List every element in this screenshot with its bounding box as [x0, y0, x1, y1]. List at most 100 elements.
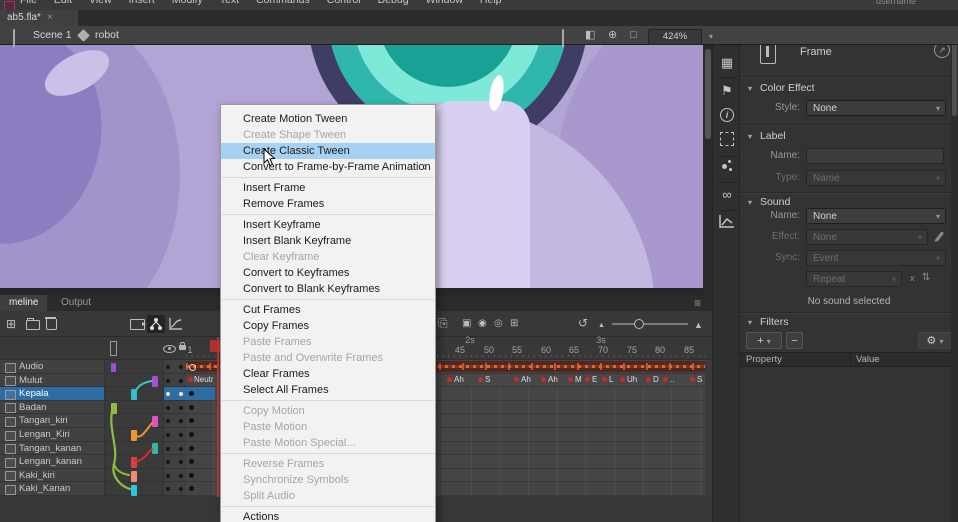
menu-file[interactable]: File — [20, 0, 37, 6]
menu-view[interactable]: View — [89, 0, 112, 6]
menu-item-insert-frame[interactable]: Insert Frame — [221, 180, 435, 196]
keyframe-dot[interactable] — [189, 432, 194, 437]
keyframe-dot[interactable] — [189, 459, 194, 464]
lock-dot[interactable] — [179, 365, 183, 369]
edit-sound-pencil-icon[interactable] — [935, 231, 944, 241]
keyframe-dot[interactable] — [189, 405, 194, 410]
transform-panel-icon[interactable] — [720, 132, 734, 146]
info-panel-icon[interactable]: i — [720, 108, 734, 122]
menu-item-cut-frames[interactable]: Cut Frames — [221, 302, 435, 318]
remove-filter-button[interactable]: − — [786, 332, 803, 349]
keyframe-dot[interactable] — [585, 377, 590, 382]
keyframe-dot[interactable] — [514, 377, 519, 382]
tab-output[interactable]: Output — [52, 295, 100, 311]
keyframe-dot[interactable] — [541, 377, 546, 382]
delete-layer-icon[interactable] — [46, 319, 57, 330]
zoom-level-select[interactable]: 424% ▾ — [648, 29, 702, 45]
section-sound[interactable]: ▾ Sound — [748, 196, 790, 208]
new-layer-icon[interactable]: ⊞ — [6, 316, 16, 332]
label-name-input[interactable] — [806, 148, 944, 164]
export-frame-icon[interactable]: ⎘ — [438, 315, 448, 331]
keyframe-dot[interactable] — [478, 377, 483, 382]
add-filter-button[interactable]: + ▾ — [746, 332, 782, 349]
section-filters[interactable]: ▾ Filters — [748, 316, 789, 328]
lock-dot[interactable] — [179, 392, 183, 396]
lock-dot[interactable] — [179, 433, 183, 437]
menu-item-actions[interactable]: Actions — [221, 509, 435, 522]
scene-clapperboard-icon[interactable] — [13, 29, 15, 48]
menu-item-create-motion-tween[interactable]: Create Motion Tween — [221, 111, 435, 127]
keyframe-dot[interactable] — [620, 377, 625, 382]
filter-options-button[interactable]: ⚙ ▾ — [918, 332, 952, 349]
keyframe-dot[interactable] — [602, 377, 607, 382]
menu-item-create-classic-tween[interactable]: Create Classic Tween — [221, 143, 435, 159]
menu-insert[interactable]: Insert — [129, 0, 155, 6]
menu-item-select-all-frames[interactable]: Select All Frames — [221, 382, 435, 398]
keyframe-dot[interactable] — [189, 446, 194, 451]
keyframe-dot[interactable] — [447, 377, 452, 382]
keyframe-dot[interactable] — [568, 377, 573, 382]
lock-dot[interactable] — [179, 379, 183, 383]
new-folder-icon[interactable] — [26, 320, 40, 330]
eye-visibility-icon[interactable] — [163, 345, 176, 353]
lock-icon[interactable] — [179, 345, 186, 350]
menu-modify[interactable]: Modify — [172, 0, 203, 6]
menu-item-convert-to-blank-keyframes[interactable]: Convert to Blank Keyframes — [221, 281, 435, 297]
center-stage-icon[interactable]: ⊕ — [608, 26, 617, 45]
menu-item-insert-blank-keyframe[interactable]: Insert Blank Keyframe — [221, 233, 435, 249]
fill-color-button[interactable]: ◧ — [585, 26, 595, 45]
menu-help[interactable]: Help — [480, 0, 502, 6]
section-color-effect[interactable]: ▾ Color Effect — [748, 82, 815, 94]
camera-icon[interactable] — [130, 319, 145, 330]
collapse-triangle-icon[interactable]: ▾ — [748, 84, 752, 93]
zoom-out-mountain-icon[interactable]: ▲ — [598, 318, 605, 334]
motion-editor-panel-icon[interactable] — [719, 214, 735, 228]
keyframe-dot[interactable] — [690, 377, 695, 382]
lock-dot[interactable] — [179, 419, 183, 423]
keyframe-dot[interactable] — [189, 418, 194, 423]
align-flag-panel-icon[interactable]: ⚑ — [713, 82, 741, 100]
menu-item-remove-frames[interactable]: Remove Frames — [221, 196, 435, 212]
tab-timeline[interactable]: meline — [0, 295, 47, 311]
sound-name-dropdown[interactable]: None ▾ — [806, 208, 946, 224]
breadcrumb-scene[interactable]: Scene 1 — [33, 26, 72, 45]
playhead-line[interactable] — [217, 337, 219, 497]
menu-item-insert-keyframe[interactable]: Insert Keyframe — [221, 217, 435, 233]
timeline-zoom-slider-track[interactable] — [612, 323, 688, 325]
graph-view-icon[interactable] — [169, 317, 183, 330]
swatches-panel-icon[interactable]: ▦ — [713, 54, 741, 72]
timeline-zoom-slider-knob[interactable] — [634, 319, 644, 329]
menu-item-copy-frames[interactable]: Copy Frames — [221, 318, 435, 334]
loop-icon[interactable]: ↺ — [578, 315, 588, 331]
keyframe-dot[interactable] — [189, 473, 194, 478]
stage-scrollbar-thumb[interactable] — [705, 49, 711, 139]
parenting-view-icon[interactable] — [147, 315, 165, 333]
zoom-in-mountain-icon[interactable]: ▲ — [694, 317, 703, 333]
lock-dot[interactable] — [179, 474, 183, 478]
menu-edit[interactable]: Edit — [54, 0, 72, 6]
collapse-triangle-icon[interactable]: ▾ — [748, 198, 752, 207]
keyframe-dot[interactable] — [188, 377, 193, 382]
lock-dot[interactable] — [179, 487, 183, 491]
insert-frame-icon[interactable]: ▣ — [462, 316, 471, 332]
keyframe-dot[interactable] — [189, 486, 194, 491]
menu-debug[interactable]: Debug — [378, 0, 409, 6]
onion-skin-icon[interactable]: ◉ — [478, 316, 487, 332]
menu-item-clear-frames[interactable]: Clear Frames — [221, 366, 435, 382]
breadcrumb-symbol[interactable]: robot — [95, 26, 119, 45]
playhead-marker[interactable] — [210, 340, 220, 352]
lock-dot[interactable] — [179, 406, 183, 410]
clip-content-icon[interactable]: □ — [630, 26, 637, 45]
menu-text[interactable]: Text — [220, 0, 239, 6]
menu-item-convert-frame-by-frame[interactable]: Convert to Frame-by-Frame Animation › — [221, 159, 435, 175]
properties-scrollbar[interactable] — [951, 14, 958, 522]
onion-skin-outline-icon[interactable]: ◎ — [494, 316, 503, 332]
keyframe-dot[interactable] — [663, 377, 668, 382]
panel-menu-icon[interactable]: ≡ — [694, 295, 701, 311]
keyframe-dot[interactable] — [646, 377, 651, 382]
style-dropdown[interactable]: None ▾ — [806, 100, 946, 116]
section-label[interactable]: ▾ Label — [748, 130, 786, 142]
menu-commands[interactable]: Commands — [256, 0, 310, 6]
lock-dot[interactable] — [179, 460, 183, 464]
collapse-triangle-icon[interactable]: ▾ — [748, 318, 752, 327]
